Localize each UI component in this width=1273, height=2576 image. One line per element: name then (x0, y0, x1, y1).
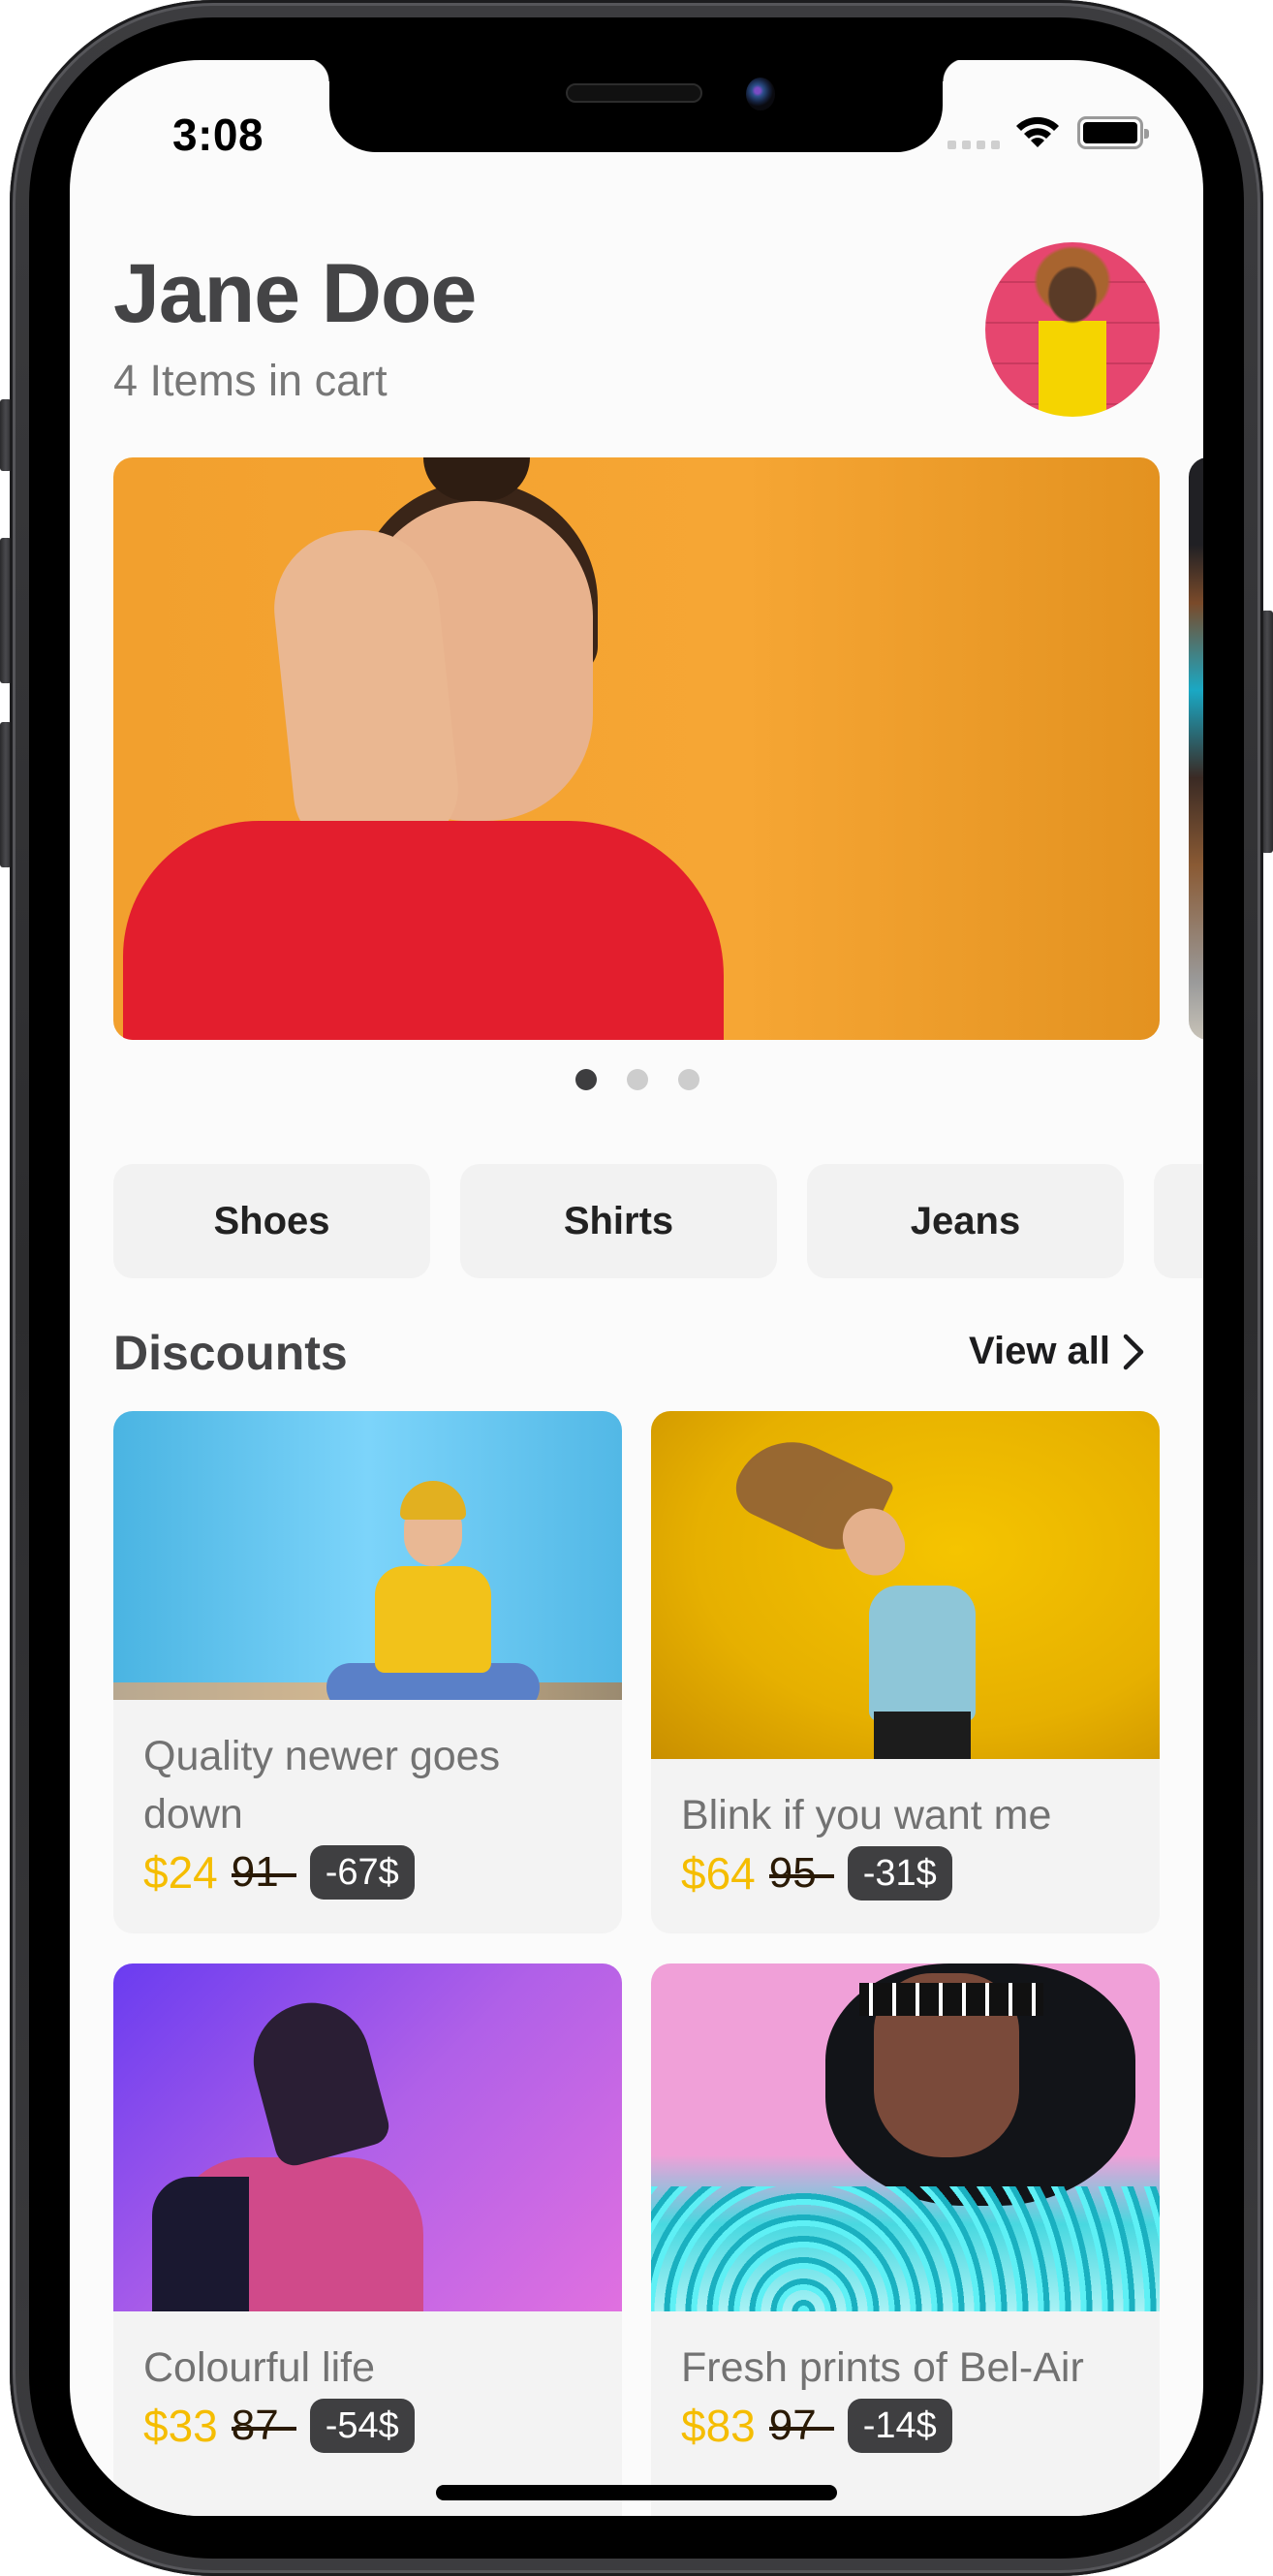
product-price: $24 (143, 1847, 218, 1898)
discount-badge: -31$ (847, 1846, 952, 1901)
product-card[interactable]: Quality newer goes down $24 91 -67$ (113, 1411, 622, 1933)
banner-model-sweater (123, 821, 724, 1040)
app-screen: 3:08 Jane Doe 4 Items in cart Shoes Shir… (70, 60, 1203, 2516)
product-card[interactable]: Blink if you want me $64 95 -31$ (651, 1411, 1160, 1933)
product-image (651, 1963, 1160, 2311)
product-price: $64 (681, 1848, 756, 1899)
category-chip-jeans[interactable]: Jeans (807, 1164, 1124, 1278)
page-dot-2[interactable] (627, 1069, 648, 1090)
status-time: 3:08 (172, 110, 264, 160)
discounts-heading: Discounts (113, 1326, 348, 1380)
user-name: Jane Doe (113, 247, 477, 340)
product-price: $83 (681, 2401, 756, 2451)
page-dot-1[interactable] (575, 1069, 597, 1090)
cellular-signal-icon (947, 141, 1000, 149)
battery-full-icon (1077, 116, 1149, 149)
category-chip-more[interactable] (1154, 1164, 1203, 1278)
product-title: Colourful life (143, 2344, 375, 2391)
product-title: Quality newer goes down (143, 1733, 501, 1838)
product-original-price: 91 (231, 1848, 296, 1897)
discount-badge: -54$ (309, 2399, 415, 2453)
front-camera (746, 78, 775, 110)
discount-badge: -14$ (847, 2399, 952, 2453)
product-card[interactable]: Fresh prints of Bel-Air $83 97 -14$ (651, 1963, 1160, 2516)
product-image (113, 1963, 622, 2311)
product-title: Fresh prints of Bel-Air (681, 2344, 1084, 2391)
category-chip-shirts[interactable]: Shirts (460, 1164, 777, 1278)
next-banner-slide[interactable] (1189, 457, 1203, 1040)
cart-item-count: 4 Items in cart (113, 356, 388, 405)
user-avatar[interactable] (985, 242, 1160, 417)
category-chip-shoes[interactable]: Shoes (113, 1164, 430, 1278)
carousel-page-indicator (575, 1069, 699, 1090)
home-indicator[interactable] (436, 2485, 837, 2500)
chevron-right-icon (1123, 1334, 1144, 1369)
wifi-icon (1016, 116, 1059, 147)
product-original-price: 95 (768, 1849, 834, 1898)
product-card[interactable]: Colourful life $33 87 -54$ (113, 1963, 622, 2516)
view-all-button[interactable]: View all (969, 1330, 1145, 1373)
product-image (651, 1411, 1160, 1759)
speaker-grille (566, 83, 702, 103)
product-original-price: 97 (768, 2402, 834, 2450)
discount-badge: -67$ (309, 1845, 415, 1900)
notch (306, 60, 966, 152)
promo-banner-slide[interactable] (113, 457, 1160, 1040)
category-list: Shoes Shirts Jeans (113, 1164, 1203, 1278)
product-price: $33 (143, 2401, 218, 2451)
product-original-price: 87 (231, 2402, 296, 2450)
product-image (113, 1411, 622, 1700)
view-all-label: View all (969, 1330, 1111, 1372)
page-dot-3[interactable] (678, 1069, 699, 1090)
product-title: Blink if you want me (681, 1792, 1052, 1838)
